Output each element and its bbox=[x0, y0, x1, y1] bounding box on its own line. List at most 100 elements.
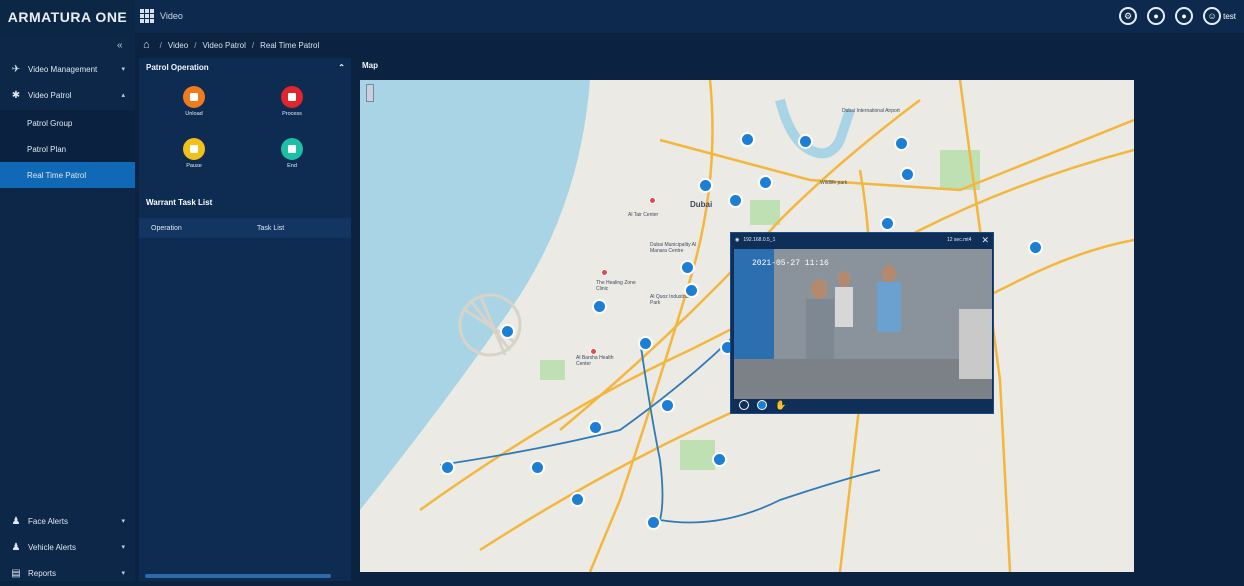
panel-title: Patrol Operation ⌃ bbox=[139, 58, 351, 77]
horizontal-scrollbar[interactable] bbox=[145, 574, 331, 578]
app-switcher[interactable]: Video bbox=[140, 9, 183, 23]
sidebar-item-label: Video Management bbox=[28, 64, 98, 74]
camera-marker[interactable] bbox=[880, 216, 895, 231]
collapse-caret-icon[interactable]: ⌃ bbox=[338, 63, 345, 72]
camera-marker[interactable] bbox=[894, 136, 909, 151]
sidebar-item-face-alerts[interactable]: ♟ Face Alerts ▾ bbox=[0, 508, 135, 534]
camera-marker[interactable] bbox=[570, 492, 585, 507]
sidebar-item-patrol-group[interactable]: Patrol Group bbox=[0, 110, 135, 136]
camera-marker[interactable] bbox=[500, 324, 515, 339]
sidebar-item-video-management[interactable]: ✈ Video Management ▾ bbox=[0, 56, 135, 82]
chevron-down-icon: ▾ bbox=[121, 66, 125, 73]
camera-marker[interactable] bbox=[680, 260, 695, 275]
video-controls: ✋ bbox=[731, 397, 993, 413]
video-timestamp: 2021-05-27 11:16 bbox=[752, 259, 829, 268]
camera-marker[interactable] bbox=[592, 299, 607, 314]
sidebar-item-vehicle-alerts[interactable]: ♟ Vehicle Alerts ▾ bbox=[0, 534, 135, 560]
patrol-operation-panel: Patrol Operation ⌃ Unload Process Pause … bbox=[139, 58, 351, 581]
apps-grid-icon[interactable] bbox=[140, 9, 154, 23]
camera-marker[interactable] bbox=[798, 134, 813, 149]
process-button[interactable]: Process bbox=[262, 86, 322, 117]
notification-icon[interactable]: ● bbox=[1175, 7, 1194, 25]
poi-pin[interactable] bbox=[601, 269, 608, 276]
map-label: Al Tair Center bbox=[628, 212, 659, 218]
map-label: Dubai International Airport bbox=[842, 108, 900, 114]
sidebar-item-video-patrol[interactable]: ✱ Video Patrol ▴ bbox=[0, 82, 135, 108]
camera-marker[interactable] bbox=[1028, 240, 1043, 255]
camera-marker[interactable] bbox=[698, 178, 713, 193]
camera-marker[interactable] bbox=[638, 336, 653, 351]
bell-icon[interactable]: ● bbox=[1147, 7, 1166, 25]
chevron-down-icon: ▾ bbox=[121, 518, 125, 525]
pause-icon bbox=[183, 138, 205, 160]
camera-marker[interactable] bbox=[660, 398, 675, 413]
camera-marker[interactable] bbox=[646, 515, 661, 530]
gear-icon[interactable]: ⚙ bbox=[1119, 7, 1138, 25]
poi-pin[interactable] bbox=[590, 348, 597, 355]
chevron-down-icon: ▾ bbox=[121, 544, 125, 551]
vehicle-icon: ♟ bbox=[11, 541, 21, 553]
process-label: Process bbox=[282, 111, 302, 117]
sidebar-item-label: Reports bbox=[28, 568, 57, 578]
patrol-ops: Unload Process Pause End bbox=[139, 82, 351, 192]
sidebar-item-patrol-plan[interactable]: Patrol Plan bbox=[0, 136, 135, 162]
video-scene bbox=[734, 249, 992, 399]
map-label: The Healing Zone Clinic bbox=[596, 280, 636, 292]
breadcrumb: ⌂ / Video / Video Patrol / Real Time Pat… bbox=[135, 34, 1244, 56]
snapshot-icon[interactable] bbox=[757, 400, 767, 410]
end-label: End bbox=[287, 163, 297, 169]
map-label: Wildlife park bbox=[820, 180, 848, 186]
patrol-icon: ✱ bbox=[11, 89, 21, 101]
face-icon: ♟ bbox=[11, 515, 21, 527]
video-frame[interactable]: 2021-05-27 11:16 bbox=[734, 249, 992, 399]
map-label: Al Barsha Health Center bbox=[576, 355, 614, 367]
user-menu[interactable]: ☺ test bbox=[1203, 7, 1236, 25]
unload-icon bbox=[183, 86, 205, 108]
map-panel: Map Dubai International Airport Wildlife… bbox=[356, 58, 1244, 581]
poi-pin[interactable] bbox=[649, 197, 656, 204]
user-name: test bbox=[1223, 11, 1236, 21]
column-task-list: Task List bbox=[257, 224, 285, 232]
map-label: Dubai bbox=[690, 200, 713, 209]
warrant-table-header: Operation Task List bbox=[139, 218, 351, 238]
module-name: Video bbox=[160, 11, 183, 21]
sidebar-item-reports[interactable]: ▤ Reports ▾ bbox=[0, 560, 135, 586]
camera-marker[interactable] bbox=[728, 193, 743, 208]
camera-marker[interactable] bbox=[712, 452, 727, 467]
camera-marker[interactable] bbox=[440, 460, 455, 475]
hand-icon[interactable]: ✋ bbox=[775, 400, 786, 411]
breadcrumb-item[interactable]: Video bbox=[168, 41, 188, 50]
breadcrumb-item[interactable]: Video Patrol bbox=[202, 41, 245, 50]
map-label: Dubai Municipality Al Manara Centre bbox=[650, 242, 697, 254]
camera-marker[interactable] bbox=[530, 460, 545, 475]
sidebar-item-real-time-patrol[interactable]: Real Time Patrol bbox=[0, 162, 135, 188]
sidebar-item-label: Real Time Patrol bbox=[27, 170, 87, 180]
camera-marker[interactable] bbox=[900, 167, 915, 182]
camera-marker[interactable] bbox=[740, 132, 755, 147]
pause-button[interactable]: Pause bbox=[164, 138, 224, 169]
warrant-task-title: Warrant Task List bbox=[146, 198, 213, 207]
zoom-control[interactable] bbox=[366, 84, 374, 102]
end-icon bbox=[281, 138, 303, 160]
top-right-icons: ⚙ ● ● ☺ test bbox=[1119, 7, 1236, 25]
column-operation: Operation bbox=[151, 224, 182, 232]
home-icon[interactable]: ⌂ bbox=[143, 39, 150, 51]
map-title: Map bbox=[362, 61, 378, 70]
camera-marker[interactable] bbox=[684, 283, 699, 298]
avatar-icon[interactable]: ☺ bbox=[1203, 7, 1222, 25]
sidebar-item-label: Face Alerts bbox=[28, 516, 69, 526]
camera-marker[interactable] bbox=[758, 175, 773, 190]
process-icon bbox=[281, 86, 303, 108]
sidebar-item-label: Patrol Plan bbox=[27, 144, 67, 154]
camera-marker[interactable] bbox=[588, 420, 603, 435]
sidebar-item-label: Patrol Group bbox=[27, 118, 73, 128]
video-icon: ✈ bbox=[11, 63, 21, 75]
play-icon[interactable] bbox=[739, 400, 749, 410]
close-icon[interactable]: ✕ bbox=[981, 235, 989, 246]
end-button[interactable]: End bbox=[262, 138, 322, 169]
video-ip: 192.168.0.5_1 bbox=[743, 237, 776, 243]
chevron-up-icon: ▴ bbox=[121, 92, 125, 99]
unload-button[interactable]: Unload bbox=[164, 86, 224, 117]
collapse-sidebar-icon[interactable]: « bbox=[117, 40, 123, 51]
video-popup[interactable]: ◉ 192.168.0.5_1 12 sec.mt4 ✕ 2021-05-27 … bbox=[730, 232, 994, 414]
